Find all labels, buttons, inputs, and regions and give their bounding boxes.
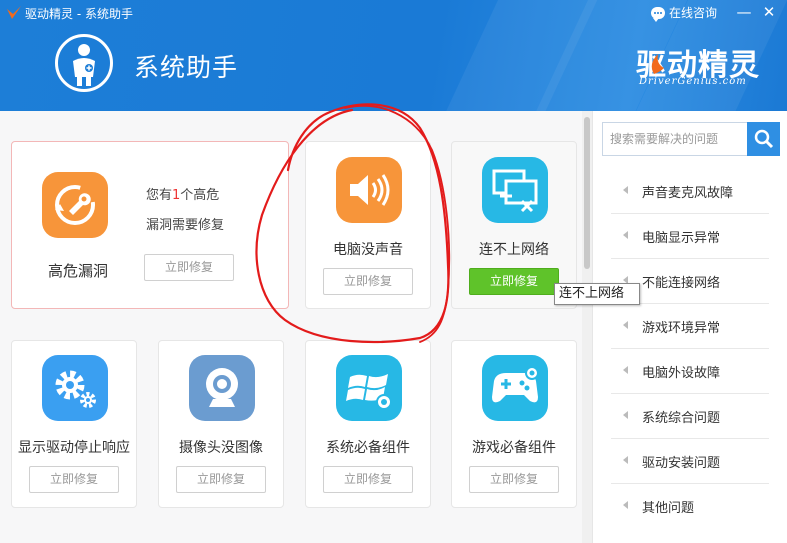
caret-left-icon: [623, 366, 628, 374]
caret-left-icon: [623, 186, 628, 194]
fix-high-risk-button[interactable]: 立即修复: [144, 254, 234, 281]
sidebar-item-label: 其他问题: [642, 501, 695, 516]
search-icon: [754, 129, 774, 149]
no-network-title: 连不上网络: [479, 242, 549, 258]
fix-system-components-button[interactable]: 立即修复: [323, 466, 413, 493]
app-logo-icon: [7, 6, 21, 19]
game-components-title: 游戏必备组件: [472, 440, 556, 456]
high-risk-text-prefix: 您有: [146, 188, 173, 203]
fix-display-driver-button[interactable]: 立即修复: [29, 466, 119, 493]
camera-title: 摄像头没图像: [179, 440, 263, 456]
brand-url: DriverGenius.com: [639, 76, 747, 87]
sidebar-item-system[interactable]: 系统综合问题: [611, 394, 769, 439]
windows-gear-icon: [336, 355, 402, 421]
online-consult-link[interactable]: 在线咨询: [651, 4, 718, 22]
display-driver-title: 显示驱动停止响应: [18, 440, 130, 456]
system-components-title: 系统必备组件: [326, 440, 410, 456]
no-sound-title: 电脑没声音: [333, 242, 403, 258]
caret-left-icon: [623, 411, 628, 419]
network-disconnected-icon: [482, 157, 548, 223]
search-button[interactable]: [747, 122, 780, 156]
sidebar-item-label: 系统综合问题: [642, 411, 721, 426]
sidebar-item-display[interactable]: 电脑显示异常: [611, 214, 769, 259]
consult-label: 在线咨询: [669, 6, 718, 20]
network-tooltip: 连不上网络: [554, 283, 640, 305]
content-area: 高危漏洞 您有1个高危 漏洞需要修复 立即修复 电脑没声音 立即修复 连不上网络…: [0, 111, 787, 543]
sidebar-item-label: 驱动安装问题: [642, 456, 721, 471]
header-bar: 驱动精灵 - 系统助手 在线咨询 — ✕ 系统助手 驱动精灵 DriverGen…: [0, 0, 787, 111]
fix-no-network-button[interactable]: 立即修复: [469, 268, 559, 295]
minimize-button[interactable]: —: [734, 3, 754, 23]
problem-sidebar: 搜索需要解决的问题 声音麦克风故障 电脑显示异常 不能连接网络 游戏环境异常 电…: [592, 111, 787, 543]
system-components-card: 系统必备组件 立即修复: [305, 340, 431, 508]
high-risk-count-text: 您有1个高危: [146, 184, 219, 203]
sidebar-item-label: 不能连接网络: [642, 276, 721, 291]
chat-bubble-icon: [651, 6, 665, 22]
gear-icon: [42, 355, 108, 421]
no-sound-card: 电脑没声音 立即修复: [305, 141, 431, 309]
fix-game-components-button[interactable]: 立即修复: [469, 466, 559, 493]
high-risk-card: 高危漏洞 您有1个高危 漏洞需要修复 立即修复: [11, 141, 289, 309]
caret-left-icon: [623, 501, 628, 509]
high-risk-fix-text: 漏洞需要修复: [146, 218, 225, 233]
gamepad-icon: [482, 355, 548, 421]
caret-left-icon: [623, 456, 628, 464]
fix-cards-area: 高危漏洞 您有1个高危 漏洞需要修复 立即修复 电脑没声音 立即修复 连不上网络…: [0, 111, 582, 543]
brand-logo: 驱动精灵 DriverGenius.com: [636, 40, 761, 90]
fix-no-sound-button[interactable]: 立即修复: [323, 268, 413, 295]
window-title: 驱动精灵 - 系统助手: [25, 7, 133, 21]
game-components-card: 游戏必备组件 立即修复: [451, 340, 577, 508]
search-input[interactable]: 搜索需要解决的问题: [602, 122, 748, 156]
sidebar-item-label: 电脑显示异常: [642, 231, 721, 246]
sidebar-item-label: 游戏环境异常: [642, 321, 721, 336]
sidebar-item-label: 电脑外设故障: [642, 366, 721, 381]
camera-card: 摄像头没图像 立即修复: [158, 340, 284, 508]
high-risk-title: 高危漏洞: [47, 262, 108, 280]
speaker-icon: [336, 157, 402, 223]
sidebar-item-driver-install[interactable]: 驱动安装问题: [611, 439, 769, 484]
fix-camera-button[interactable]: 立即修复: [176, 466, 266, 493]
high-risk-text-suffix: 个高危: [180, 188, 220, 203]
sidebar-item-peripheral[interactable]: 电脑外设故障: [611, 349, 769, 394]
sidebar-item-sound-mic[interactable]: 声音麦克风故障: [611, 169, 769, 214]
webcam-icon: [189, 355, 255, 421]
caret-left-icon: [623, 231, 628, 239]
sidebar-item-label: 声音麦克风故障: [642, 186, 734, 201]
sidebar-item-game-env[interactable]: 游戏环境异常: [611, 304, 769, 349]
title-bar: 驱动精灵 - 系统助手 在线咨询 — ✕: [0, 0, 787, 26]
system-assistant-badge-icon: [55, 34, 113, 92]
caret-left-icon: [623, 321, 628, 329]
sidebar-item-other[interactable]: 其他问题: [611, 484, 769, 529]
brand-flame-icon: [651, 54, 664, 74]
page-title: 系统助手: [134, 53, 239, 82]
close-button[interactable]: ✕: [759, 3, 779, 23]
display-driver-card: 显示驱动停止响应 立即修复: [11, 340, 137, 508]
wrench-refresh-icon: [42, 172, 108, 238]
scrollbar-thumb[interactable]: [584, 117, 590, 269]
